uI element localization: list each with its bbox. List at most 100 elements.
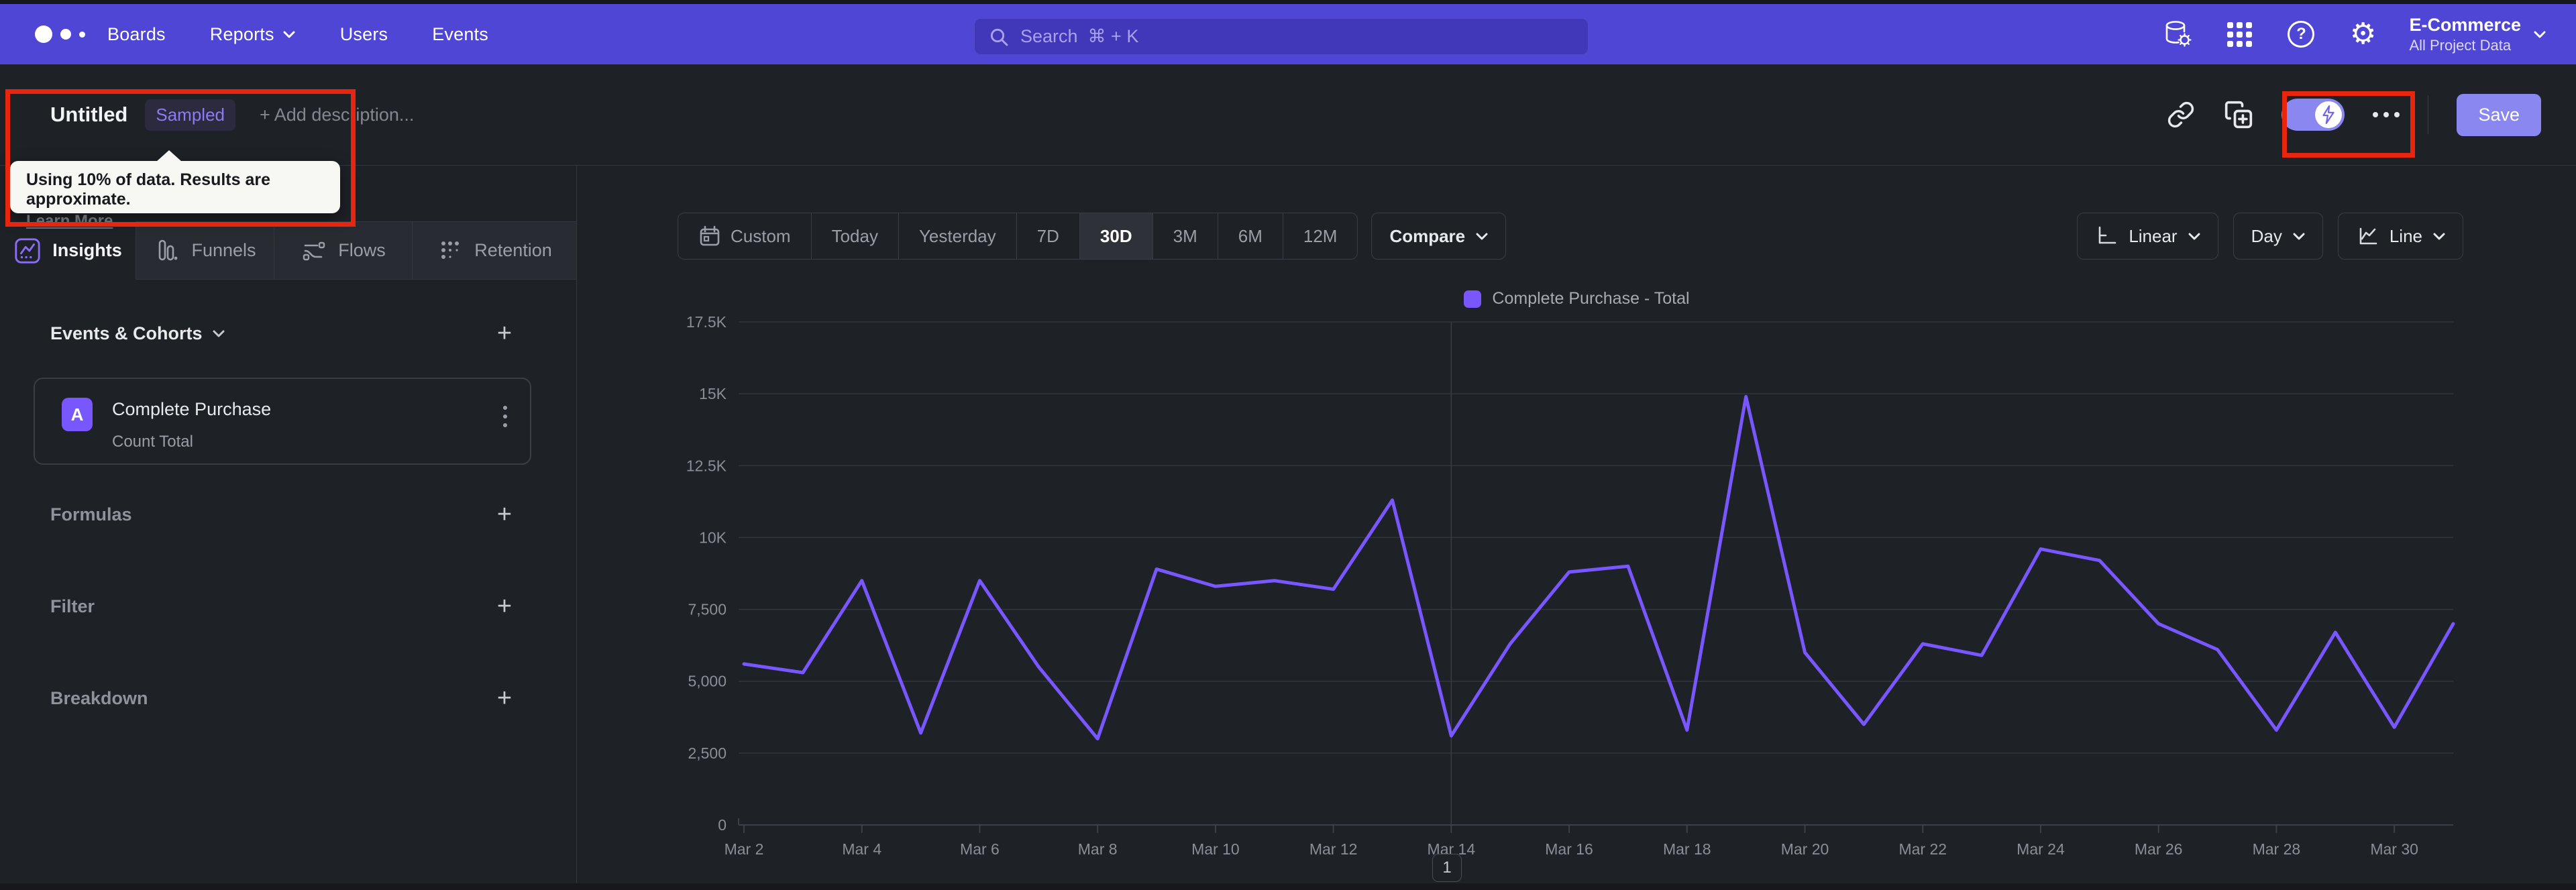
chevron-down-icon <box>213 330 225 337</box>
formulas-section: Formulas + <box>0 496 577 533</box>
add-description-button[interactable]: + Add description... <box>260 105 414 125</box>
flows-icon <box>303 241 325 260</box>
events-cohorts-title[interactable]: Events & Cohorts <box>50 323 225 344</box>
insights-icon <box>15 237 40 264</box>
project-scope: All Project Data <box>2409 36 2512 54</box>
nav-item-events[interactable]: Events <box>432 24 488 45</box>
gear-icon: ⚙ <box>2349 17 2377 51</box>
nav-item-label: Reports <box>209 23 274 44</box>
svg-text:0: 0 <box>718 816 727 834</box>
toggle-knob <box>2315 101 2343 128</box>
svg-text:Mar 6: Mar 6 <box>960 840 1000 858</box>
chevron-down-icon <box>283 31 295 38</box>
add-formula-button[interactable]: + <box>491 501 518 528</box>
filter-section: Filter + <box>0 588 577 625</box>
sampling-tooltip: Using 10% of data. Results are approxima… <box>10 150 340 230</box>
tab-label: Retention <box>474 240 552 260</box>
search-input[interactable] <box>1020 26 1574 47</box>
question-icon: ? <box>2288 21 2315 48</box>
global-search[interactable] <box>974 18 1589 55</box>
svg-text:10K: 10K <box>699 529 727 546</box>
tab-label: Flows <box>338 240 386 260</box>
project-name: E-Commerce <box>2409 14 2521 35</box>
add-event-button[interactable]: + <box>491 320 518 347</box>
report-header-actions: Save <box>2166 93 2576 136</box>
sampled-badge[interactable]: Sampled <box>145 99 235 131</box>
svg-text:15K: 15K <box>699 385 727 402</box>
svg-text:7,500: 7,500 <box>688 601 727 618</box>
copy-plus-icon <box>2225 101 2253 129</box>
main-content: Insights Funnels Flows Retention Events … <box>0 166 2576 890</box>
nav-links: Boards Reports Users Events <box>107 24 488 45</box>
share-link-button[interactable] <box>2166 100 2196 129</box>
series-badge: A <box>62 398 93 431</box>
nav-item-users[interactable]: Users <box>340 24 388 45</box>
svg-text:Mar 8: Mar 8 <box>1078 840 1118 858</box>
nav-item-boards[interactable]: Boards <box>107 24 166 45</box>
query-builder-sidebar: Insights Funnels Flows Retention Events … <box>0 166 577 890</box>
grid-icon <box>2226 21 2252 47</box>
tooltip-message: Using 10% of data. Results are approxima… <box>26 170 271 209</box>
tab-label: Funnels <box>191 240 256 260</box>
event-name: Complete Purchase <box>112 399 272 419</box>
apps-grid-button[interactable] <box>2224 19 2255 50</box>
link-icon <box>2168 101 2194 128</box>
svg-text:2,500: 2,500 <box>688 744 727 762</box>
nav-item-label: Events <box>432 23 488 44</box>
project-switcher[interactable]: E-Commerce All Project Data <box>2409 15 2546 54</box>
svg-text:12.5K: 12.5K <box>686 457 727 474</box>
top-nav: Boards Reports Users Events Search ⌘ + K… <box>0 4 2576 64</box>
window-edge-bottom <box>0 883 2576 890</box>
formulas-label: Formulas <box>50 504 132 524</box>
tab-label: Insights <box>52 240 122 260</box>
events-cohorts-header: Events & Cohorts + <box>0 315 577 352</box>
nav-right: ? ⚙ E-Commerce All Project Data <box>2162 4 2576 64</box>
duplicate-button[interactable] <box>2224 100 2253 129</box>
add-breakdown-button[interactable]: + <box>491 685 518 712</box>
tooltip-learn-more-link[interactable]: Learn More <box>26 212 113 231</box>
svg-text:Mar 24: Mar 24 <box>2017 840 2065 858</box>
nav-item-reports[interactable]: Reports <box>210 24 296 45</box>
report-title[interactable]: Untitled <box>50 103 127 127</box>
line-chart-canvas[interactable]: 17.5K 15K 12.5K 10K 7,500 5,000 2,500 0 Mar 2 Mar… <box>578 166 2576 890</box>
help-button[interactable]: ? <box>2286 19 2316 50</box>
svg-text:Mar 18: Mar 18 <box>1663 840 1711 858</box>
chevron-down-icon <box>2534 31 2546 38</box>
svg-text:Mar 12: Mar 12 <box>1309 840 1358 858</box>
report-header: Untitled Sampled + Add description... Sa… <box>0 64 2576 166</box>
sampling-toggle[interactable] <box>2282 99 2345 131</box>
breakdown-section: Breakdown + <box>0 679 577 717</box>
svg-text:Mar 2: Mar 2 <box>724 840 764 858</box>
event-card[interactable]: A Complete Purchase Count Total <box>34 378 531 465</box>
svg-text:Mar 30: Mar 30 <box>2370 840 2418 858</box>
svg-text:5,000: 5,000 <box>688 673 727 690</box>
svg-text:Mar 10: Mar 10 <box>1191 840 1240 858</box>
pagination-page-button[interactable]: 1 <box>1432 854 1462 882</box>
more-menu-button[interactable] <box>2373 112 2400 117</box>
settings-button[interactable]: ⚙ <box>2347 19 2378 50</box>
filter-label: Filter <box>50 596 95 616</box>
save-button[interactable]: Save <box>2457 93 2541 136</box>
svg-text:17.5K: 17.5K <box>686 313 727 331</box>
search-icon <box>990 28 1008 46</box>
nav-item-label: Boards <box>107 23 166 44</box>
lightning-icon <box>2322 105 2335 124</box>
svg-text:Mar 4: Mar 4 <box>842 840 881 858</box>
event-options-button[interactable] <box>499 402 511 431</box>
app-root: Boards Reports Users Events Search ⌘ + K… <box>0 0 2576 890</box>
mixpanel-logo-icon[interactable] <box>35 25 95 43</box>
svg-text:Mar 22: Mar 22 <box>1898 840 1947 858</box>
svg-text:Mar 26: Mar 26 <box>2135 840 2183 858</box>
tab-retention[interactable]: Retention <box>413 221 577 280</box>
chart-panel: Custom Today Yesterday 7D 30D 3M 6M 12M … <box>578 166 2576 890</box>
event-metric-selector[interactable]: Count Total <box>112 433 193 451</box>
data-management-button[interactable] <box>2162 19 2193 50</box>
database-gear-icon <box>2166 21 2192 47</box>
svg-text:Mar 16: Mar 16 <box>1545 840 1593 858</box>
add-filter-button[interactable]: + <box>491 593 518 620</box>
nav-item-label: Users <box>339 23 388 44</box>
svg-text:Mar 20: Mar 20 <box>1781 840 1829 858</box>
breakdown-label: Breakdown <box>50 687 148 708</box>
funnels-icon <box>159 239 178 260</box>
svg-text:Mar 28: Mar 28 <box>2253 840 2301 858</box>
